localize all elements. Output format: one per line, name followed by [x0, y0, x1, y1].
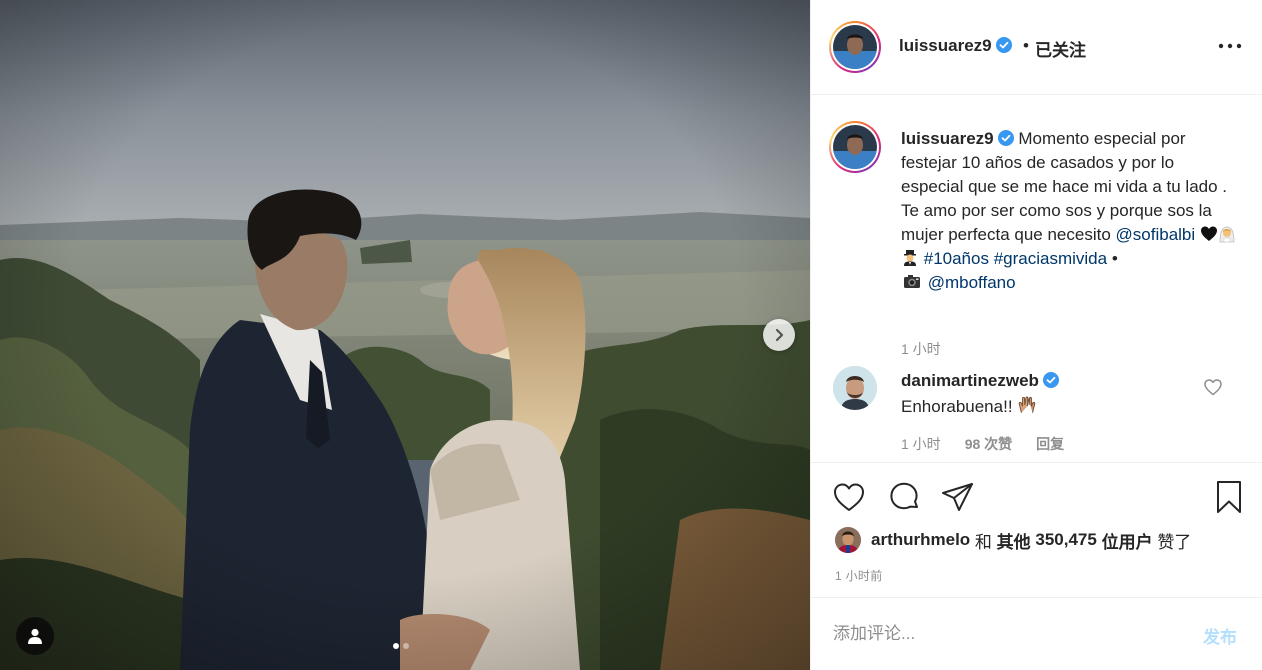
likes-count[interactable]: 350,475	[1035, 530, 1096, 550]
post-side-panel: luissuarez9 • 已关注 luissuarez9 Momento es…	[810, 0, 1262, 670]
header-separator: •	[1023, 36, 1029, 55]
carousel-dot-2	[403, 643, 409, 649]
caption-mention-sofibalbi[interactable]: @sofibalbi	[1116, 225, 1196, 244]
camera-icon	[904, 275, 920, 288]
liker-username[interactable]: arthurhmelo	[871, 530, 970, 550]
bookmark-icon	[1217, 481, 1241, 513]
following-button[interactable]: 已关注	[1035, 36, 1086, 61]
likes-summary: arthurhmelo 和 其他 350,475 位用户 赞了	[835, 527, 1191, 553]
likes-suffix: 赞了	[1157, 532, 1192, 552]
verified-badge-icon	[1042, 372, 1059, 388]
caption-mention-mboffano[interactable]: @mboffano	[928, 273, 1016, 292]
comment-reply-button[interactable]: 回复	[1036, 434, 1064, 454]
author-username-text[interactable]: luissuarez9	[899, 36, 992, 55]
carousel-indicator	[393, 643, 409, 649]
clapping-hands-icon	[1019, 396, 1036, 413]
chevron-right-icon	[775, 328, 784, 342]
post-header: luissuarez9 • 已关注	[811, 0, 1262, 95]
author-username[interactable]: luissuarez9	[899, 36, 1012, 56]
comment-like-count[interactable]: 98 次赞	[965, 434, 1012, 454]
likes-users-label[interactable]: 位用户	[1102, 528, 1153, 553]
comment-icon	[890, 482, 918, 510]
caption-timestamp[interactable]: 1 小时	[901, 339, 941, 359]
heart-icon	[834, 483, 864, 511]
verified-badge-icon	[995, 37, 1012, 53]
comments-section: luissuarez9 Momento especial por festeja…	[811, 96, 1262, 462]
caption-bullet: •	[1111, 249, 1118, 268]
comment-meta: 1 小时 98 次赞 回复	[901, 434, 1064, 454]
bride-icon	[1219, 226, 1235, 243]
caption-avatar-image	[833, 125, 877, 169]
post-timestamp[interactable]: 1 小时前	[835, 567, 883, 584]
commenter-username[interactable]: danimartinezweb	[901, 371, 1059, 391]
more-options-button[interactable]	[1217, 36, 1243, 56]
black-heart-icon	[1200, 226, 1217, 241]
add-comment-bar: 发布	[811, 597, 1262, 670]
carousel-dot-1	[393, 643, 399, 649]
like-button[interactable]	[831, 479, 867, 515]
wedding-couple-photo	[0, 0, 810, 670]
author-avatar[interactable]	[829, 21, 881, 73]
post-caption: luissuarez9 Momento especial por festeja…	[901, 127, 1241, 295]
caption-hashtag-10anos[interactable]: #10años	[924, 249, 989, 268]
comment-text: Enhorabuena!!	[901, 395, 1037, 417]
likes-and: 和	[974, 532, 992, 552]
comment-text-content: Enhorabuena!!	[901, 397, 1013, 416]
comment-button[interactable]	[886, 479, 922, 515]
likes-others[interactable]: 其他	[997, 528, 1031, 553]
post-comment-button[interactable]: 发布	[1203, 623, 1237, 648]
comment-like-button[interactable]	[1203, 378, 1223, 396]
paper-plane-icon	[942, 483, 973, 511]
save-button[interactable]	[1211, 479, 1247, 515]
user-icon	[28, 628, 42, 644]
carousel-next-button[interactable]	[763, 319, 795, 351]
verified-badge-icon	[997, 130, 1014, 146]
caption-hashtag-graciasmivida[interactable]: #graciasmivida	[994, 249, 1107, 268]
liker-avatar[interactable]	[835, 527, 861, 553]
post-actions: arthurhmelo 和 其他 350,475 位用户 赞了 1 小时前	[811, 462, 1262, 597]
share-button[interactable]	[940, 479, 976, 515]
commenter-avatar[interactable]	[833, 366, 877, 410]
liker-avatar-image	[835, 527, 861, 553]
commenter-username-text[interactable]: danimartinezweb	[901, 371, 1039, 390]
commenter-avatar-image	[833, 366, 877, 410]
tagged-users-button[interactable]	[16, 617, 54, 655]
comment-timestamp[interactable]: 1 小时	[901, 434, 941, 454]
caption-username[interactable]: luissuarez9	[901, 129, 994, 148]
caption-avatar[interactable]	[829, 121, 881, 173]
add-comment-input[interactable]	[833, 620, 1173, 648]
groom-icon	[904, 250, 916, 266]
ellipsis-icon	[1218, 43, 1242, 49]
author-avatar-image	[833, 25, 877, 69]
heart-outline-icon	[1204, 379, 1222, 396]
post-photo[interactable]	[0, 0, 810, 670]
